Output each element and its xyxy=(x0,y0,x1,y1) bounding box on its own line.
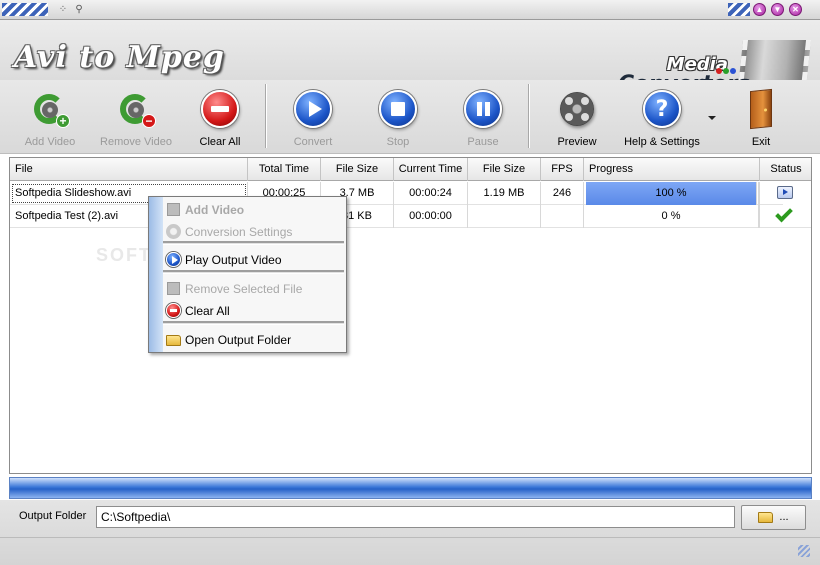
menu-separator xyxy=(163,321,344,325)
progress-text: 0 % xyxy=(584,205,759,228)
file-list[interactable]: File Total Time File Size Current Time F… xyxy=(9,157,812,474)
check-icon xyxy=(775,204,793,223)
row-progress: 100 % xyxy=(584,182,760,205)
door-icon xyxy=(740,88,782,130)
row-current-time: 00:00:24 xyxy=(394,182,468,205)
toolbar-separator xyxy=(265,84,267,148)
menu-separator xyxy=(163,241,344,245)
help-settings-label: Help & Settings xyxy=(624,136,700,148)
toolbar: + Add Video − Remove Video Clear All Con… xyxy=(0,80,820,154)
col-file-size[interactable]: File Size xyxy=(321,158,394,181)
stop-label: Stop xyxy=(386,136,410,148)
table-row[interactable]: Softpedia Test (2).avi 31 KB 00:00:00 0 … xyxy=(10,205,783,228)
folder-icon xyxy=(758,511,774,523)
menu-item-label: Add Video xyxy=(185,203,245,217)
stop-button[interactable]: Stop xyxy=(365,80,431,152)
app-banner: Avi to Mpeg Media Converters xyxy=(0,20,820,98)
col-total-time[interactable]: Total Time xyxy=(248,158,321,181)
add-video-icon: + xyxy=(29,88,71,130)
menu-item-open-output-folder[interactable]: Open Output Folder xyxy=(163,329,346,351)
clear-all-button[interactable]: Clear All xyxy=(186,80,254,152)
play-icon xyxy=(166,252,181,267)
col-status[interactable]: Status xyxy=(760,158,811,181)
browse-folder-button[interactable]: ... xyxy=(741,505,806,530)
gear-icon xyxy=(166,224,181,239)
menu-item-conversion-settings[interactable]: Conversion Settings xyxy=(163,221,346,243)
browse-label: ... xyxy=(779,511,789,523)
progress-text: 100 % xyxy=(584,182,759,205)
title-bar: ⁘ ⚲ ▲ ▼ ✕ xyxy=(0,0,820,20)
pause-icon xyxy=(462,88,504,130)
col-file[interactable]: File xyxy=(10,158,248,181)
stop-icon xyxy=(377,88,419,130)
pause-button[interactable]: Pause xyxy=(450,80,516,152)
film-reel-icon xyxy=(556,88,598,130)
table-header: File Total Time File Size Current Time F… xyxy=(10,158,811,181)
preview-label: Preview xyxy=(557,136,597,148)
status-bar xyxy=(0,537,820,565)
overall-progress-bar xyxy=(9,477,812,499)
maximize-button[interactable]: ▼ xyxy=(771,3,784,16)
row-status xyxy=(760,182,811,205)
pause-label: Pause xyxy=(467,136,499,148)
exit-label: Exit xyxy=(751,136,771,148)
remove-video-icon: − xyxy=(115,88,157,130)
output-folder-label: Output Folder xyxy=(19,510,87,522)
title-stripes xyxy=(2,3,48,16)
close-button[interactable]: ✕ xyxy=(789,3,802,16)
context-menu: Add Video Conversion Settings Play Outpu… xyxy=(148,196,347,353)
menu-item-remove-selected-file[interactable]: Remove Selected File xyxy=(163,278,346,300)
remove-video-button[interactable]: − Remove Video xyxy=(96,80,176,152)
add-video-label: Add Video xyxy=(24,136,76,148)
menu-item-add-video[interactable]: Add Video xyxy=(163,199,346,221)
row-current-time: 00:00:00 xyxy=(394,205,468,228)
resize-grip-icon[interactable] xyxy=(798,545,810,557)
add-video-button[interactable]: + Add Video xyxy=(14,80,86,152)
chevron-down-icon[interactable] xyxy=(708,116,716,120)
menu-separator xyxy=(163,270,344,274)
menu-item-play-output-video[interactable]: Play Output Video xyxy=(163,249,346,271)
play-icon xyxy=(292,88,334,130)
playing-status-icon xyxy=(777,186,793,199)
menu-item-label: Open Output Folder xyxy=(185,333,292,347)
menu-item-label: Play Output Video xyxy=(185,253,282,267)
preview-button[interactable]: Preview xyxy=(544,80,610,152)
remove-video-label: Remove Video xyxy=(100,136,172,148)
col-progress[interactable]: Progress xyxy=(584,158,760,181)
output-folder-input[interactable] xyxy=(96,506,735,528)
menu-item-label: Clear All xyxy=(185,304,230,318)
convert-label: Convert xyxy=(293,136,333,148)
row-output-size: 1.19 MB xyxy=(468,182,541,205)
pin-icon[interactable]: ⚲ xyxy=(72,3,86,16)
table-row[interactable]: Softpedia Slideshow.avi 00:00:25 3.7 MB … xyxy=(10,182,783,205)
convert-button[interactable]: Convert xyxy=(280,80,346,152)
app-title: Avi to Mpeg xyxy=(14,40,225,75)
menu-item-clear-all[interactable]: Clear All xyxy=(163,300,346,322)
toolbar-separator xyxy=(528,84,530,148)
remove-file-icon xyxy=(166,281,181,296)
help-icon: ? xyxy=(641,88,683,130)
title-stripes-right xyxy=(728,3,750,16)
add-video-icon xyxy=(166,202,181,217)
menu-item-label: Conversion Settings xyxy=(185,225,293,239)
menu-item-label: Remove Selected File xyxy=(185,282,303,296)
row-output-size xyxy=(468,205,541,228)
row-fps xyxy=(541,205,584,228)
help-settings-button[interactable]: ? Help & Settings xyxy=(620,80,704,152)
col-fps[interactable]: FPS xyxy=(541,158,584,181)
clear-all-label: Clear All xyxy=(199,136,241,148)
menu-icon-strip xyxy=(149,197,163,352)
minimize-button[interactable]: ▲ xyxy=(753,3,766,16)
row-status xyxy=(760,204,811,228)
row-fps: 246 xyxy=(541,182,584,205)
clear-all-icon xyxy=(166,303,181,318)
exit-button[interactable]: Exit xyxy=(730,80,792,152)
col-output-size[interactable]: File Size xyxy=(468,158,541,181)
col-current-time[interactable]: Current Time xyxy=(394,158,468,181)
clear-all-icon xyxy=(199,88,241,130)
row-progress: 0 % xyxy=(584,205,760,228)
grip-icon: ⁘ xyxy=(58,4,68,15)
folder-icon xyxy=(166,332,181,347)
